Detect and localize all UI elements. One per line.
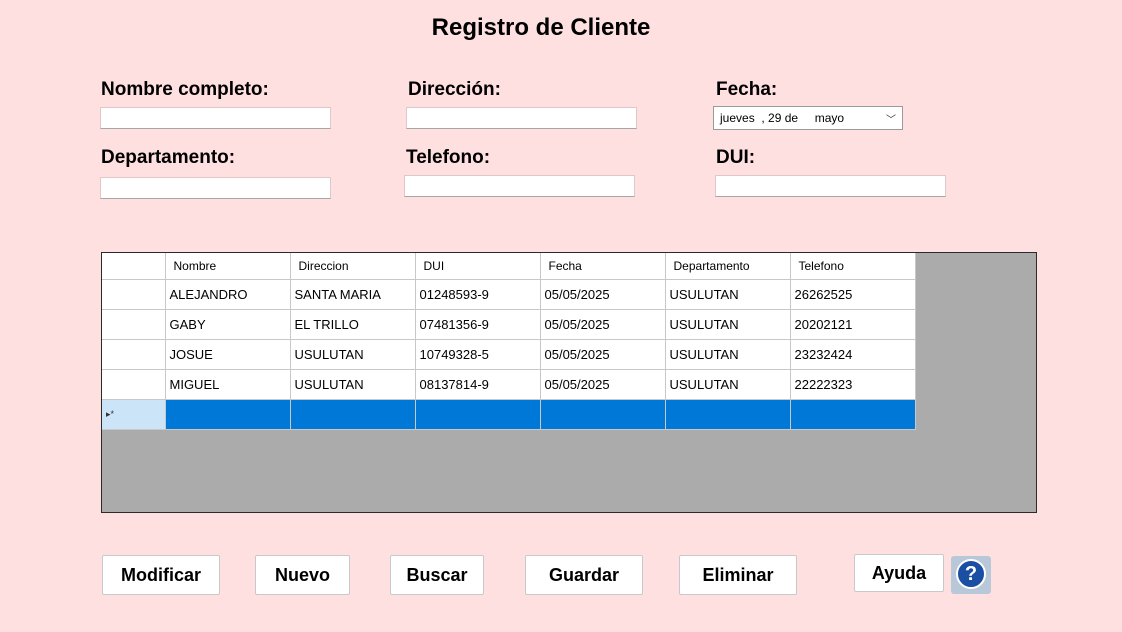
fecha-datepicker[interactable]: jueves , 29 de mayo ﹀ bbox=[713, 106, 903, 130]
cell-empty[interactable] bbox=[790, 399, 916, 430]
chevron-down-icon[interactable]: ﹀ bbox=[886, 111, 896, 126]
nuevo-button[interactable]: Nuevo bbox=[255, 555, 350, 595]
new-row-marker[interactable]: ▸* bbox=[102, 399, 166, 430]
direccion-input[interactable] bbox=[406, 107, 637, 129]
departamento-input[interactable] bbox=[100, 177, 331, 199]
column-header-departamento[interactable]: Departamento bbox=[665, 253, 791, 280]
cell-nombre[interactable]: JOSUE bbox=[165, 339, 291, 370]
nombre-input[interactable] bbox=[100, 107, 331, 129]
row-header[interactable] bbox=[102, 309, 166, 340]
cell-empty[interactable] bbox=[540, 399, 666, 430]
column-header-telefono[interactable]: Telefono bbox=[790, 253, 916, 280]
cell-direccion[interactable]: USULUTAN bbox=[290, 369, 416, 400]
cell-telefono[interactable]: 26262525 bbox=[790, 279, 916, 310]
cell-dui[interactable]: 07481356-9 bbox=[415, 309, 541, 340]
dui-input[interactable] bbox=[715, 175, 946, 197]
cell-telefono[interactable]: 23232424 bbox=[790, 339, 916, 370]
cell-fecha[interactable]: 05/05/2025 bbox=[540, 369, 666, 400]
guardar-button[interactable]: Guardar bbox=[525, 555, 643, 595]
table-row[interactable]: MIGUEL USULUTAN 08137814-9 05/05/2025 US… bbox=[102, 369, 916, 400]
modificar-button[interactable]: Modificar bbox=[102, 555, 220, 595]
clientes-grid[interactable]: Nombre Direccion DUI Fecha Departamento … bbox=[101, 252, 1037, 513]
cell-direccion[interactable]: USULUTAN bbox=[290, 339, 416, 370]
row-header[interactable] bbox=[102, 279, 166, 310]
departamento-label: Departamento: bbox=[101, 147, 236, 168]
direccion-label: Dirección: bbox=[408, 79, 501, 100]
fecha-label: Fecha: bbox=[716, 79, 778, 100]
cell-departamento[interactable]: USULUTAN bbox=[665, 369, 791, 400]
telefono-label: Telefono: bbox=[406, 147, 491, 168]
fecha-value: jueves , 29 de mayo bbox=[720, 111, 845, 125]
cell-empty[interactable] bbox=[165, 399, 291, 430]
cell-telefono[interactable]: 22222323 bbox=[790, 369, 916, 400]
cell-dui[interactable]: 08137814-9 bbox=[415, 369, 541, 400]
telefono-input[interactable] bbox=[404, 175, 635, 197]
cell-dui[interactable]: 01248593-9 bbox=[415, 279, 541, 310]
cell-dui[interactable]: 10749328-5 bbox=[415, 339, 541, 370]
ayuda-button[interactable]: Ayuda bbox=[854, 554, 944, 592]
column-header-direccion[interactable]: Direccion bbox=[290, 253, 416, 280]
cell-nombre[interactable]: GABY bbox=[165, 309, 291, 340]
cell-fecha[interactable]: 05/05/2025 bbox=[540, 339, 666, 370]
dui-label: DUI: bbox=[716, 147, 756, 168]
cell-direccion[interactable]: SANTA MARIA bbox=[290, 279, 416, 310]
column-header-dui[interactable]: DUI bbox=[415, 253, 541, 280]
table-row[interactable]: GABY EL TRILLO 07481356-9 05/05/2025 USU… bbox=[102, 309, 916, 340]
nombre-label: Nombre completo: bbox=[101, 79, 269, 100]
eliminar-button[interactable]: Eliminar bbox=[679, 555, 797, 595]
cell-fecha[interactable]: 05/05/2025 bbox=[540, 279, 666, 310]
cell-nombre[interactable]: MIGUEL bbox=[165, 369, 291, 400]
grid-corner-header[interactable] bbox=[102, 253, 166, 280]
cell-empty[interactable] bbox=[665, 399, 791, 430]
row-header[interactable] bbox=[102, 339, 166, 370]
row-header[interactable] bbox=[102, 369, 166, 400]
form-title: Registro de Cliente bbox=[431, 14, 651, 41]
cell-empty[interactable] bbox=[415, 399, 541, 430]
table-row[interactable]: JOSUE USULUTAN 10749328-5 05/05/2025 USU… bbox=[102, 339, 916, 370]
table-row[interactable]: ALEJANDRO SANTA MARIA 01248593-9 05/05/2… bbox=[102, 279, 916, 310]
cell-direccion[interactable]: EL TRILLO bbox=[290, 309, 416, 340]
cell-departamento[interactable]: USULUTAN bbox=[665, 309, 791, 340]
help-icon[interactable]: ? bbox=[951, 556, 991, 594]
cell-nombre[interactable]: ALEJANDRO bbox=[165, 279, 291, 310]
cell-empty[interactable] bbox=[290, 399, 416, 430]
cell-telefono[interactable]: 20202121 bbox=[790, 309, 916, 340]
cell-departamento[interactable]: USULUTAN bbox=[665, 339, 791, 370]
cell-fecha[interactable]: 05/05/2025 bbox=[540, 309, 666, 340]
new-row[interactable]: ▸* bbox=[102, 399, 916, 430]
column-header-nombre[interactable]: Nombre bbox=[165, 253, 291, 280]
question-circle-icon: ? bbox=[956, 559, 986, 589]
buscar-button[interactable]: Buscar bbox=[390, 555, 484, 595]
cell-departamento[interactable]: USULUTAN bbox=[665, 279, 791, 310]
column-header-fecha[interactable]: Fecha bbox=[540, 253, 666, 280]
